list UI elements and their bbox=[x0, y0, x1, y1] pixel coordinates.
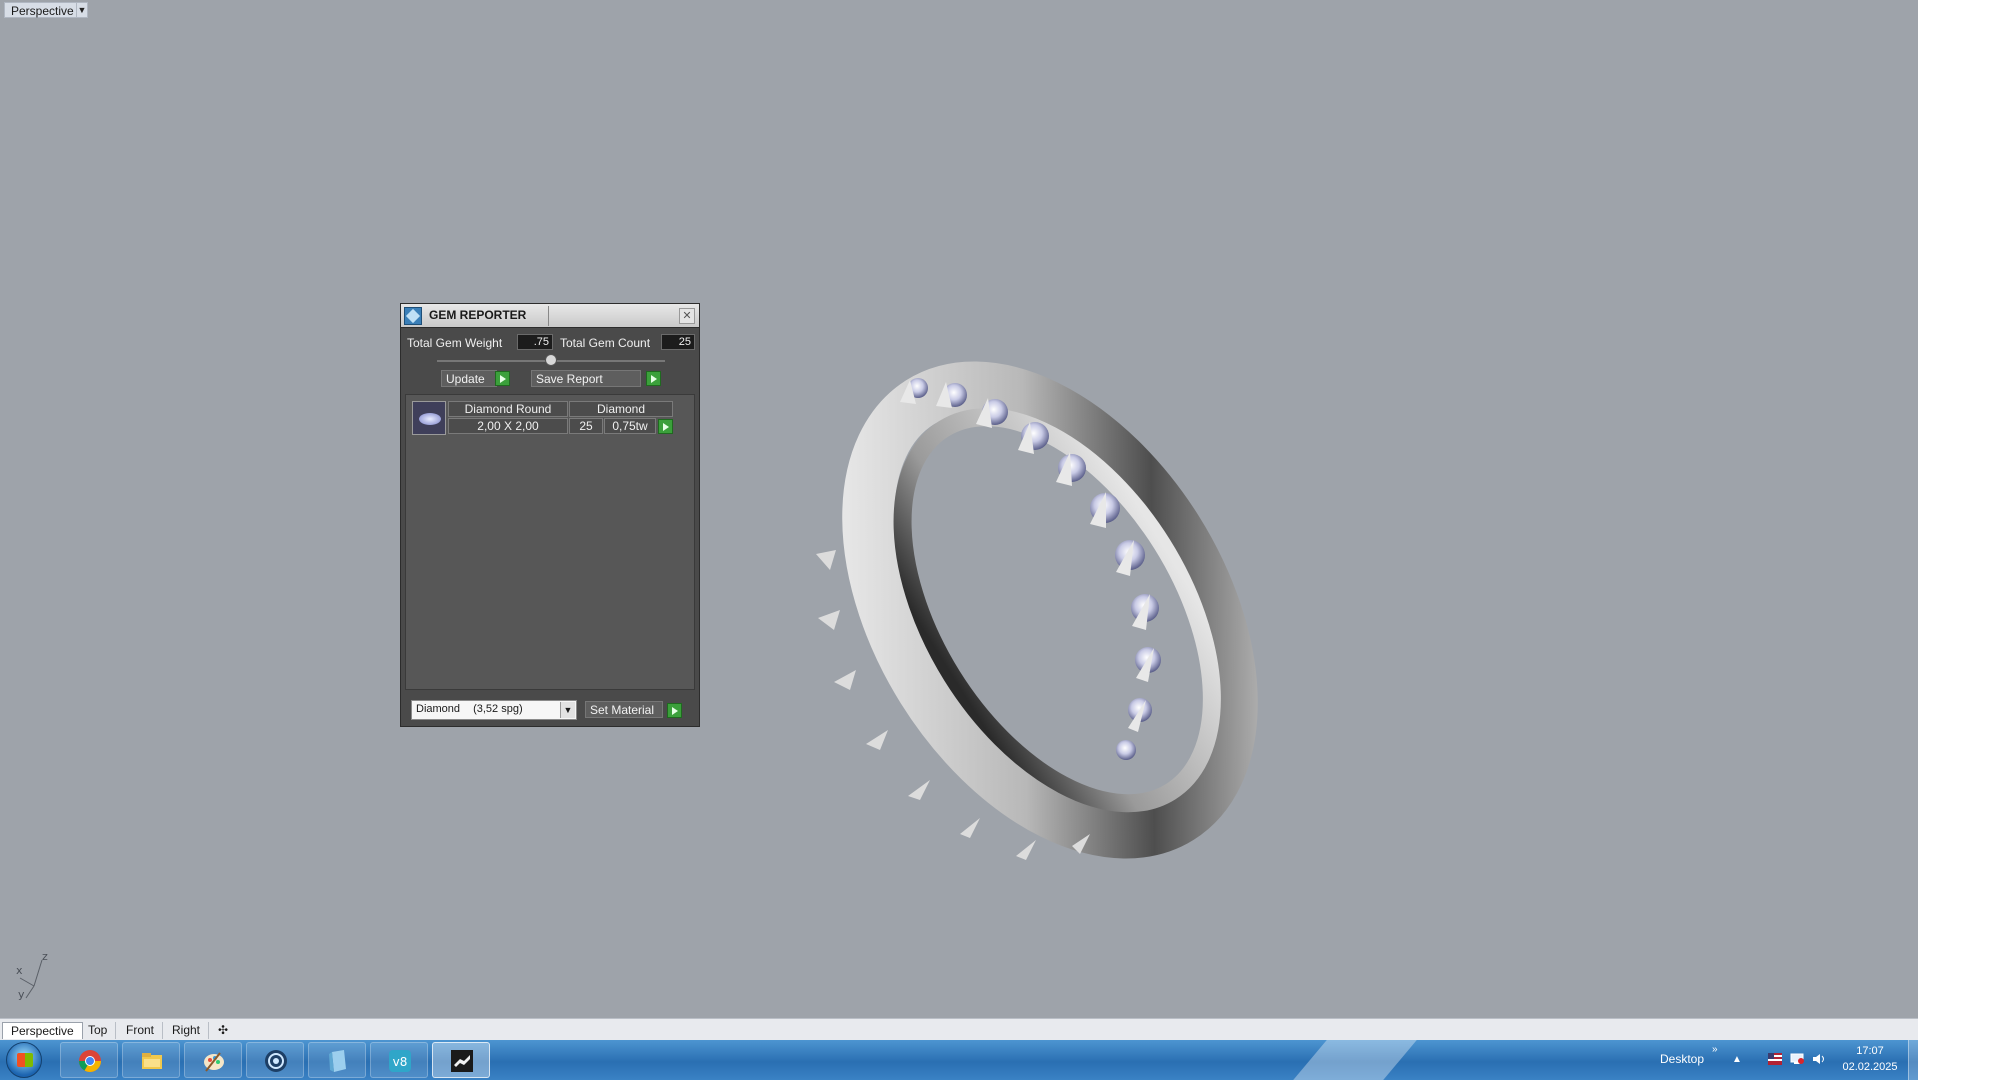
rhino-icon[interactable] bbox=[432, 1042, 490, 1078]
gem-reporter-titlebar[interactable]: GEM REPORTER ✕ bbox=[401, 304, 699, 328]
perspective-viewport[interactable]: Perspective ▼ z x y GEM REPORTER ✕ Total… bbox=[0, 0, 1918, 1018]
total-gem-count-value: 25 bbox=[661, 334, 695, 350]
set-material-button[interactable]: Set Material bbox=[585, 701, 663, 718]
document-icon[interactable] bbox=[308, 1042, 366, 1078]
gem-reporter-title: GEM REPORTER bbox=[429, 308, 527, 322]
taskbar: v8 Desktop » ▲ 17:07 02.02.2025 bbox=[0, 1040, 1918, 1080]
close-icon[interactable]: ✕ bbox=[679, 308, 695, 324]
window-right-edge bbox=[1918, 0, 2000, 1080]
taskbar-glare bbox=[1284, 1040, 1426, 1080]
ring-model[interactable] bbox=[790, 340, 1310, 880]
save-report-go-icon[interactable] bbox=[646, 371, 661, 386]
material-select-name: Diamond bbox=[416, 703, 461, 715]
add-tab-icon[interactable]: ✣ bbox=[210, 1022, 236, 1039]
panel-splitter-handle[interactable] bbox=[545, 354, 557, 366]
total-gem-count-label: Total Gem Count bbox=[560, 336, 651, 350]
gem-weight-cell: 0,75tw bbox=[604, 418, 656, 434]
save-report-button[interactable]: Save Report bbox=[531, 370, 641, 387]
gem-count-cell: 25 bbox=[569, 418, 603, 434]
aperture-icon[interactable] bbox=[246, 1042, 304, 1078]
tab-top[interactable]: Top bbox=[80, 1022, 117, 1039]
svg-text:v8: v8 bbox=[393, 1055, 408, 1069]
windows-start-icon[interactable] bbox=[6, 1042, 42, 1078]
viewport-tabs: Perspective Top Front Right ✣ bbox=[0, 1018, 1918, 1040]
paint-icon[interactable] bbox=[184, 1042, 242, 1078]
titlebar-separator bbox=[548, 306, 549, 326]
tab-perspective[interactable]: Perspective bbox=[2, 1022, 83, 1039]
gem-list[interactable]: Diamond Round 2,00 X 2,00 Diamond 25 0,7… bbox=[405, 394, 695, 690]
language-flag-icon[interactable] bbox=[1768, 1053, 1782, 1065]
show-desktop-button[interactable] bbox=[1908, 1040, 1918, 1080]
total-gem-weight-value: .75 bbox=[517, 334, 553, 350]
clock-date[interactable]: 02.02.2025 bbox=[1834, 1061, 1906, 1073]
viewport-menu-arrow-icon[interactable]: ▼ bbox=[76, 2, 88, 18]
v8-icon[interactable]: v8 bbox=[370, 1042, 428, 1078]
gem-reporter-panel[interactable]: GEM REPORTER ✕ Total Gem Weight .75 Tota… bbox=[400, 303, 700, 727]
tab-right[interactable]: Right bbox=[164, 1022, 210, 1039]
network-icon[interactable] bbox=[1790, 1053, 1804, 1065]
totals-row: Total Gem Weight .75 Total Gem Count 25 bbox=[405, 334, 695, 352]
gem-reporter-app-icon bbox=[404, 307, 422, 325]
gem-size-cell: 2,00 X 2,00 bbox=[448, 418, 568, 434]
gem-shape-cell: Diamond Round bbox=[448, 401, 568, 417]
toolbar-chevron-icon[interactable]: » bbox=[1712, 1044, 1718, 1055]
gem-row-go-icon[interactable] bbox=[658, 419, 673, 434]
material-select-density: (3,52 spg) bbox=[473, 703, 523, 715]
file-explorer-icon[interactable] bbox=[122, 1042, 180, 1078]
update-go-icon[interactable] bbox=[495, 371, 510, 386]
axis-lines-icon bbox=[19, 959, 43, 999]
tab-front[interactable]: Front bbox=[118, 1022, 164, 1039]
volume-icon[interactable] bbox=[1812, 1053, 1826, 1065]
desktop-toolbar-label[interactable]: Desktop bbox=[1660, 1052, 1704, 1066]
clock-time[interactable]: 17:07 bbox=[1840, 1045, 1900, 1057]
update-button[interactable]: Update bbox=[441, 370, 497, 387]
diamond-round-icon bbox=[412, 401, 446, 435]
tray-expand-icon[interactable]: ▲ bbox=[1732, 1054, 1742, 1065]
axis-gizmo: z x y bbox=[12, 950, 52, 1006]
chrome-icon[interactable] bbox=[60, 1042, 118, 1078]
gem-row[interactable]: Diamond Round 2,00 X 2,00 Diamond 25 0,7… bbox=[412, 401, 674, 435]
material-select[interactable]: Diamond (3,52 spg) ▼ bbox=[411, 700, 577, 720]
total-gem-weight-label: Total Gem Weight bbox=[407, 336, 503, 350]
set-material-go-icon[interactable] bbox=[667, 703, 682, 718]
chevron-down-icon[interactable]: ▼ bbox=[560, 702, 575, 718]
viewport-label[interactable]: Perspective bbox=[4, 2, 81, 18]
gem-material-cell: Diamond bbox=[569, 401, 673, 417]
